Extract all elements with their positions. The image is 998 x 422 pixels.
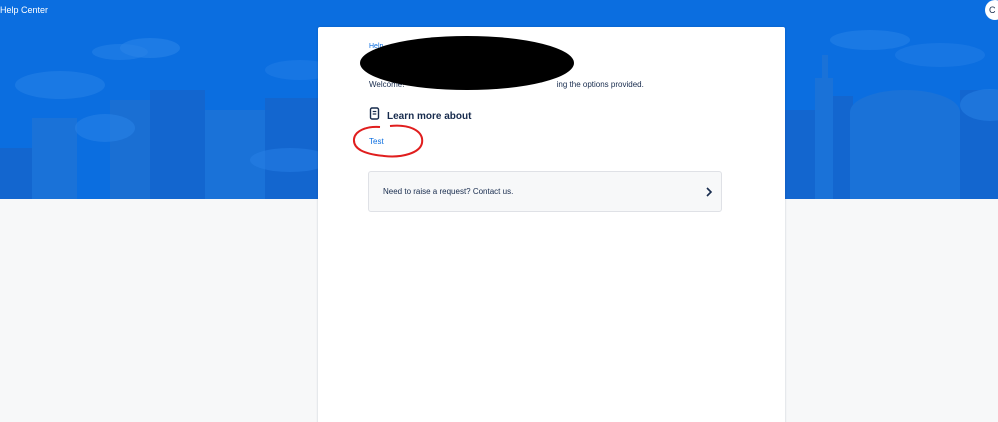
learn-more-section-header: Learn more about [369, 107, 472, 123]
content-card: Help Welcome! ing the options provided. … [318, 27, 785, 422]
help-center-page: Help Center C Help Welcome! ing the opti… [0, 0, 998, 422]
request-prompt: Need to raise a request? Contact us. [383, 187, 514, 196]
contact-request-row[interactable]: Need to raise a request? Contact us. [368, 171, 722, 212]
section-title: Learn more about [387, 110, 472, 122]
redaction-ellipse [360, 36, 574, 90]
welcome-text-end: ing the options provided. [556, 80, 644, 89]
avatar[interactable]: C [985, 0, 998, 20]
help-center-title[interactable]: Help Center [0, 5, 48, 15]
red-circle-annotation [352, 124, 424, 158]
chevron-right-icon [705, 186, 713, 197]
